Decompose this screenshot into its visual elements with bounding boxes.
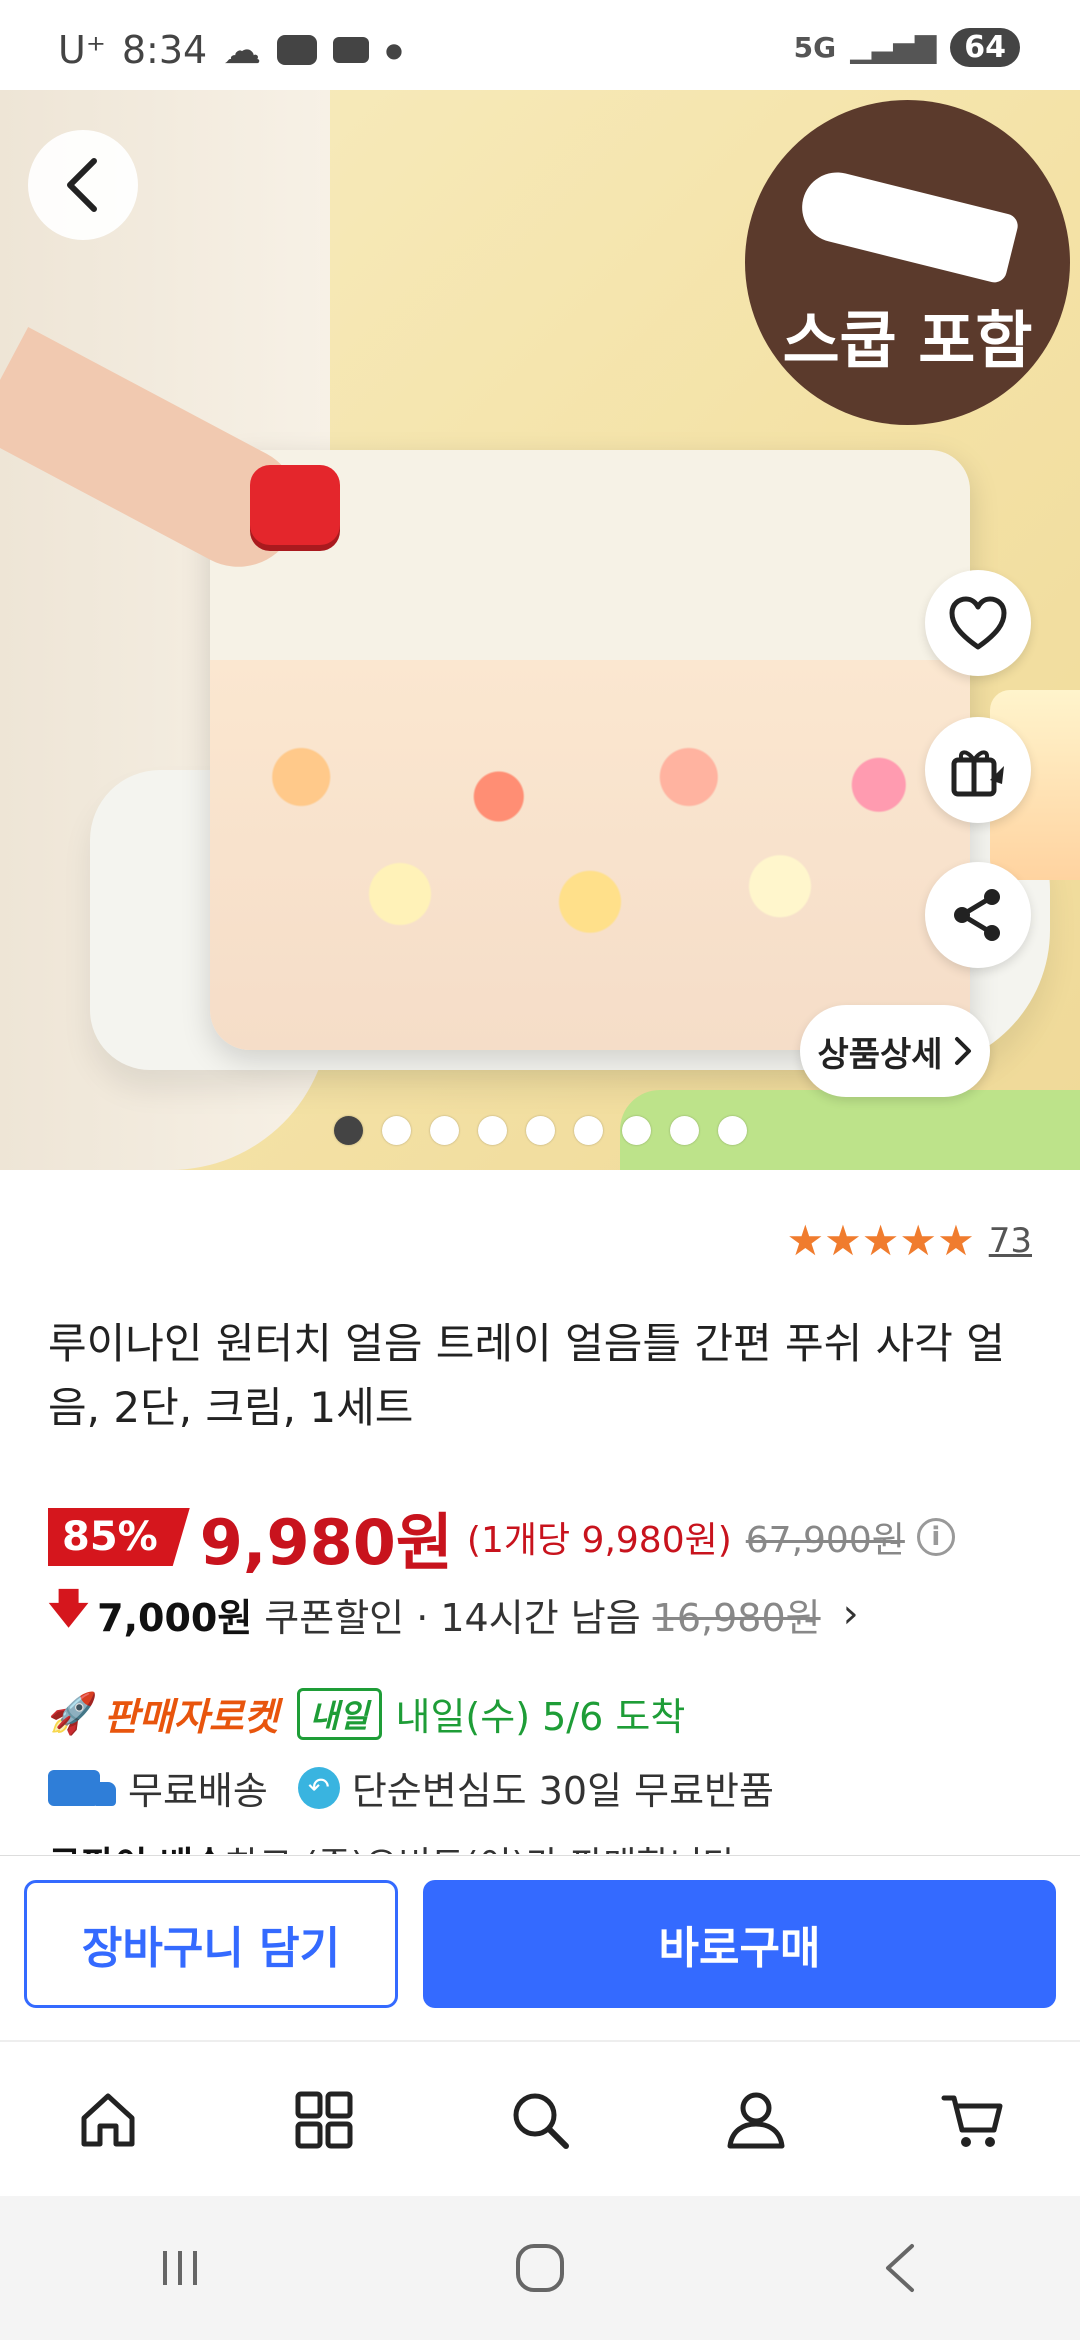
scoop-icon xyxy=(794,165,1021,285)
coupon-row[interactable]: 🡇 7,000원 쿠폰할인 · 14시간 남음 16,980원 › xyxy=(48,1580,859,1648)
seller-text: 하고 (주)오비드(이)가 판매합니다 xyxy=(226,1845,736,1854)
return-text: 단순변심도 30일 무료반품 xyxy=(351,1769,774,1813)
discount-badge: 85% xyxy=(48,1508,190,1566)
free-shipping-text: 무료배송 xyxy=(128,1769,268,1813)
seller-bold: 쿠팡이 배송 xyxy=(48,1845,226,1854)
carousel-dot[interactable] xyxy=(573,1116,603,1145)
shipping-row: 무료배송 ↶ 단순변심도 30일 무료반품 xyxy=(48,1760,774,1815)
delivery-row: 🚀 판매자로켓 내일 내일(수) 5/6 도착 xyxy=(48,1686,685,1741)
price-row: 85% 9,980원 (1개당 9,980원) 67,900원 i xyxy=(48,1492,955,1582)
arrival-text: 내일(수) 5/6 도착 xyxy=(395,1695,686,1739)
original-price: 67,900원 xyxy=(745,1520,905,1561)
carousel-dot[interactable] xyxy=(669,1116,699,1145)
tab-categories[interactable] xyxy=(264,2060,384,2180)
recent-apps-icon xyxy=(163,2251,197,2285)
gift-button[interactable] xyxy=(925,717,1031,823)
system-navigation-bar xyxy=(0,2196,1080,2340)
review-count[interactable]: 73 xyxy=(989,1221,1032,1261)
product-detail-button[interactable]: 상품상세 xyxy=(800,1005,990,1097)
voicemail-icon xyxy=(333,37,370,63)
home-nav-button[interactable] xyxy=(480,2218,600,2318)
scoop-included-badge: 스쿱 포함 xyxy=(745,100,1070,425)
sale-price: 9,980원 xyxy=(199,1506,453,1579)
status-right: 5G ▁▃▅▇ 64 xyxy=(794,28,1020,67)
cloud-icon: ☁ xyxy=(223,28,262,72)
add-to-cart-button[interactable]: 장바구니 담기 xyxy=(24,1880,398,2008)
home-icon xyxy=(81,2093,135,2147)
product-detail-label: 상품상세 xyxy=(817,1034,943,1075)
heart-icon xyxy=(949,596,1007,650)
signal-icon: ▁▃▅▇ xyxy=(850,31,937,64)
chevron-right-icon: › xyxy=(842,1591,859,1637)
purchase-bar: 장바구니 담기 바로구매 xyxy=(0,1855,1080,2041)
badge-text: 스쿱 포함 xyxy=(782,304,1033,377)
home-circle-icon xyxy=(516,2244,564,2292)
gift-rocket-icon xyxy=(951,750,1004,797)
status-bar: U⁺ 8:34 ☁ ● 5G ▁▃▅▇ 64 xyxy=(0,0,1080,90)
tab-search[interactable] xyxy=(480,2060,600,2180)
back-nav-button[interactable] xyxy=(840,2218,960,2318)
rocket-label: 판매자로켓 xyxy=(103,1695,279,1739)
wishlist-button[interactable] xyxy=(925,570,1031,676)
search-icon xyxy=(513,2093,569,2149)
bottom-tab-bar xyxy=(0,2040,1080,2198)
user-icon xyxy=(727,2092,785,2149)
youtube-icon xyxy=(277,35,318,65)
coupon-old-price: 16,980원 xyxy=(652,1595,821,1640)
battery-indicator: 64 xyxy=(950,28,1020,67)
star-icon: ★ xyxy=(824,1216,862,1265)
carousel-dot[interactable] xyxy=(477,1116,507,1145)
carrier-label: U⁺ xyxy=(58,28,106,72)
notification-dot-icon: ● xyxy=(385,38,403,62)
star-icon: ★ xyxy=(937,1216,975,1265)
truck-icon xyxy=(48,1769,116,1806)
buy-now-button[interactable]: 바로구매 xyxy=(423,1880,1056,2008)
tab-cart[interactable] xyxy=(912,2060,1032,2180)
rating-stars: ★★★★★ xyxy=(786,1220,974,1262)
back-arrow-icon xyxy=(886,2244,914,2292)
carousel-dot[interactable] xyxy=(621,1116,651,1145)
share-icon xyxy=(954,889,1000,941)
star-icon: ★ xyxy=(786,1216,825,1265)
tomorrow-badge: 내일 xyxy=(296,1687,382,1740)
image-ice-cubes xyxy=(210,660,970,1050)
carousel-dot[interactable] xyxy=(525,1116,555,1145)
back-button[interactable] xyxy=(28,130,138,240)
carousel-indicator[interactable] xyxy=(0,1116,1080,1145)
share-button[interactable] xyxy=(925,862,1031,968)
cart-icon xyxy=(941,2095,1003,2147)
grid-icon xyxy=(295,2091,353,2149)
carousel-dot[interactable] xyxy=(333,1116,363,1145)
carousel-dot[interactable] xyxy=(717,1116,747,1145)
carousel-dot[interactable] xyxy=(381,1116,411,1145)
unit-price: (1개당 9,980원) xyxy=(466,1520,732,1561)
tab-home[interactable] xyxy=(48,2060,168,2180)
tab-my-account[interactable] xyxy=(696,2060,816,2180)
arrow-down-icon: 🡇 xyxy=(48,1586,90,1632)
chevron-left-icon xyxy=(67,158,97,212)
chevron-right-icon xyxy=(954,1037,971,1065)
rocket-icon: 🚀 xyxy=(48,1691,98,1737)
recent-apps-button[interactable] xyxy=(120,2218,240,2318)
product-title: 루이나인 원터치 얼음 트레이 얼음틀 간편 푸쉬 사각 얼음, 2단, 크림,… xyxy=(48,1319,1005,1432)
rating[interactable]: ★★★★★ 73 xyxy=(786,1220,1032,1262)
clock: 8:34 xyxy=(121,28,208,72)
coupon-text: 쿠폰할인 · 14시간 남음 xyxy=(264,1595,641,1640)
star-icon: ★ xyxy=(861,1216,900,1265)
seller-info: 쿠팡이 배송하고 (주)오비드(이)가 판매합니다 xyxy=(48,1836,1048,1854)
status-left: U⁺ 8:34 ☁ ● xyxy=(58,28,403,72)
image-red-button xyxy=(250,465,340,545)
coupon-amount: 7,000원 xyxy=(97,1595,253,1640)
star-icon: ★ xyxy=(899,1216,938,1265)
network-label: 5G xyxy=(793,31,837,64)
carousel-dot[interactable] xyxy=(429,1116,459,1145)
info-icon[interactable]: i xyxy=(916,1518,955,1556)
return-icon: ↶ xyxy=(297,1766,340,1809)
